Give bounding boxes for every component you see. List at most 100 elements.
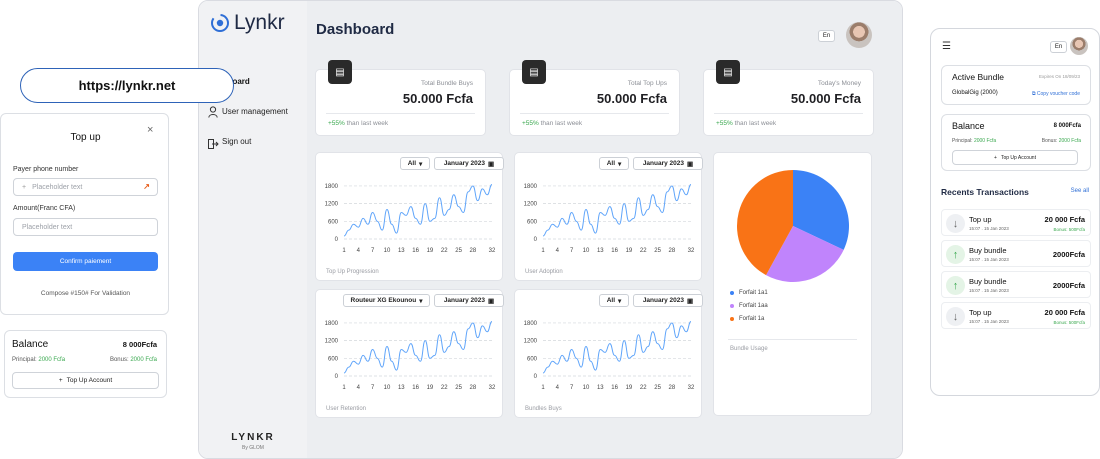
stat-label: Today's Money [817, 80, 861, 87]
pie-legend: Forfait 1a1 Forfait 1aa Forfait 1a [730, 290, 768, 329]
x-tick-label: 28 [669, 385, 676, 391]
x-tick-label: 10 [583, 385, 590, 391]
legend-label: Forfait 1aa [739, 303, 768, 309]
y-tick-label: 1200 [524, 339, 538, 345]
calendar-icon: ▣ [488, 297, 495, 305]
x-tick-label: 4 [556, 248, 560, 254]
chart-caption: Bundles Buys [525, 406, 562, 412]
chart-card-top-up-progression: All ▾ January 2023 ▣ 0 600 1200 1800 1 4 7 10 13 16… [315, 152, 504, 281]
menu-icon[interactable]: ☰ [942, 41, 951, 52]
top-up-account-button[interactable]: + Top Up Account [12, 372, 159, 389]
transaction-item[interactable]: ↑ Buy bundle 15:07 . 15 Jan 2023 2000Fcf… [941, 240, 1091, 267]
y-tick-label: 0 [335, 237, 339, 243]
date-picker[interactable]: January 2023 ▣ [633, 294, 703, 307]
pie-chart [737, 170, 849, 282]
date-picker[interactable]: January 2023 ▣ [434, 294, 504, 307]
calendar-icon: ▣ [687, 160, 694, 168]
legend-item: Forfait 1aa [730, 303, 768, 309]
sidebar-item-user-management[interactable]: User management [222, 107, 288, 116]
close-icon[interactable]: × [147, 124, 153, 136]
divider [714, 113, 863, 114]
filter-dropdown[interactable]: All ▾ [599, 294, 629, 307]
x-tick-label: 19 [626, 248, 633, 254]
x-tick-label: 1 [541, 385, 545, 391]
x-tick-label: 10 [384, 248, 391, 254]
chevron-down-icon: ▾ [618, 297, 622, 305]
see-all-link[interactable]: See all [1071, 188, 1089, 194]
transaction-item[interactable]: ↓ Top up 15:07 . 15 Jan 2023 20 000 Fcfa… [941, 209, 1091, 236]
line-chart: 0 600 1200 1800 1 4 7 10 13 16 19 22 25 28 32 [524, 184, 695, 254]
divider [520, 113, 669, 114]
avatar[interactable] [846, 22, 872, 48]
y-tick-label: 600 [328, 219, 339, 225]
phone-input[interactable]: + Placeholder text ↗ [13, 178, 158, 196]
x-tick-label: 22 [441, 248, 448, 254]
dashboard-window: Lynkr Dashboard User management Sign out… [198, 0, 903, 459]
x-tick-label: 19 [626, 385, 633, 391]
chart-caption: Top Up Progression [326, 269, 379, 275]
transaction-item[interactable]: ↑ Buy bundle 15:07 . 15 Jan 2023 2000Fcf… [941, 271, 1091, 298]
x-tick-label: 25 [654, 385, 661, 391]
balance-title: Balance [952, 121, 985, 131]
filter-dropdown[interactable]: All ▾ [599, 157, 629, 170]
y-tick-label: 600 [527, 356, 538, 362]
balance-card: Balance 8 000Fcfa Principal: 2000 Fcfa B… [941, 114, 1091, 171]
copy-voucher-link[interactable]: ⧉ Copy voucher code [1032, 91, 1080, 97]
language-button[interactable]: En [1050, 41, 1067, 53]
recents-title: Recents Transactions [941, 187, 1029, 197]
balance-card: Balance 8 000Fcfa Principal: 2000 Fcfa B… [4, 330, 167, 398]
amount-input[interactable]: Placeholder text [13, 218, 158, 236]
plus-icon: + [22, 183, 27, 191]
date-picker[interactable]: January 2023 ▣ [434, 157, 504, 170]
mobile-view: ☰ En Active Bundle Expires On 18/09/23 G… [930, 28, 1100, 396]
sidebar-item-sign-out[interactable]: Sign out [222, 137, 251, 146]
avatar[interactable] [1070, 37, 1088, 55]
x-tick-label: 13 [398, 385, 405, 391]
x-tick-label: 4 [556, 385, 560, 391]
y-tick-label: 1800 [524, 184, 538, 190]
logo-icon [210, 13, 230, 33]
x-tick-label: 13 [597, 385, 604, 391]
series-line [343, 320, 493, 374]
y-tick-label: 1200 [524, 202, 538, 208]
x-tick-label: 4 [357, 248, 361, 254]
stat-delta: +55% than last week [328, 120, 389, 127]
wallet-icon: ▤ [716, 60, 740, 84]
arrow-down-icon: ↓ [946, 214, 965, 233]
x-tick-label: 32 [688, 248, 695, 254]
top-up-account-button[interactable]: + Top Up Account [952, 150, 1078, 165]
footer-brand: LYNKR [231, 432, 275, 443]
x-tick-label: 22 [640, 248, 647, 254]
chevron-down-icon: ▾ [618, 160, 622, 168]
arrow-down-icon: ↓ [946, 307, 965, 326]
language-button[interactable]: En [818, 30, 835, 42]
modal-title: Top up [70, 132, 101, 143]
x-tick-label: 28 [470, 385, 477, 391]
filter-dropdown[interactable]: All ▾ [400, 157, 430, 170]
x-tick-label: 25 [455, 385, 462, 391]
url-bar[interactable]: https://lynkr.net [20, 68, 234, 103]
copy-icon: ⧉ [1031, 91, 1036, 97]
x-tick-label: 13 [597, 248, 604, 254]
x-tick-label: 1 [541, 248, 545, 254]
chart-card-user-adoption: All ▾ January 2023 ▣ 0 600 1200 1800 1 4 7 10 13 16… [514, 152, 703, 281]
x-tick-label: 16 [611, 385, 618, 391]
arrow-up-icon: ↑ [946, 276, 965, 295]
chart-caption: User Adoption [525, 269, 563, 275]
y-tick-label: 1200 [325, 339, 339, 345]
transaction-item[interactable]: ↓ Top up 15:07 . 15 Jan 2023 20 000 Fcfa… [941, 302, 1091, 329]
main-content: Dashboard En ▤ Total Bundle Buys 50.000 … [307, 1, 902, 458]
bundle-name: GlobalGig (2000) [952, 90, 998, 96]
x-tick-label: 25 [455, 248, 462, 254]
x-tick-label: 1 [342, 248, 346, 254]
x-tick-label: 7 [371, 385, 375, 391]
date-picker[interactable]: January 2023 ▣ [633, 157, 703, 170]
filter-dropdown[interactable]: Routeur XG Ekounou ▾ [343, 294, 430, 307]
wallet-icon: ▤ [522, 60, 546, 84]
logo-text: Lynkr [234, 11, 285, 34]
line-chart: 0 600 1200 1800 1 4 7 10 13 16 19 22 25 28 32 [325, 184, 496, 254]
stat-card-todays-money: ▤ Today's Money 50.000 Fcfa +55% than la… [703, 60, 874, 136]
x-tick-label: 22 [640, 385, 647, 391]
x-tick-label: 32 [489, 248, 496, 254]
confirm-payment-button[interactable]: Confirm paiement [13, 252, 158, 271]
